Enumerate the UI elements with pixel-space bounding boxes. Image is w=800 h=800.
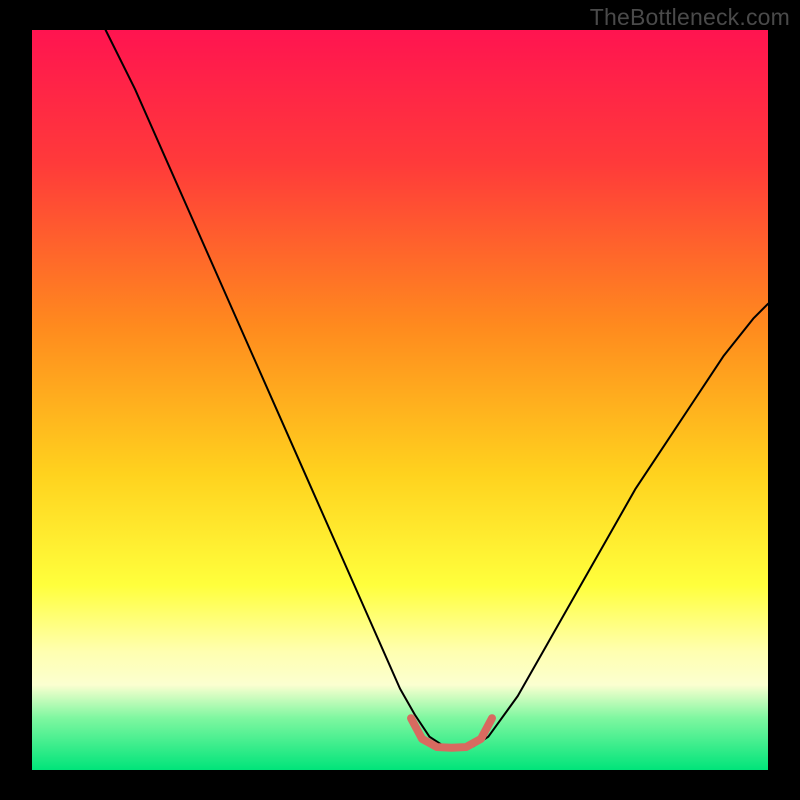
watermark-text: TheBottleneck.com <box>590 4 790 31</box>
chart-frame: TheBottleneck.com <box>0 0 800 800</box>
chart-background-gradient <box>32 30 768 770</box>
bottleneck-chart <box>0 0 800 800</box>
